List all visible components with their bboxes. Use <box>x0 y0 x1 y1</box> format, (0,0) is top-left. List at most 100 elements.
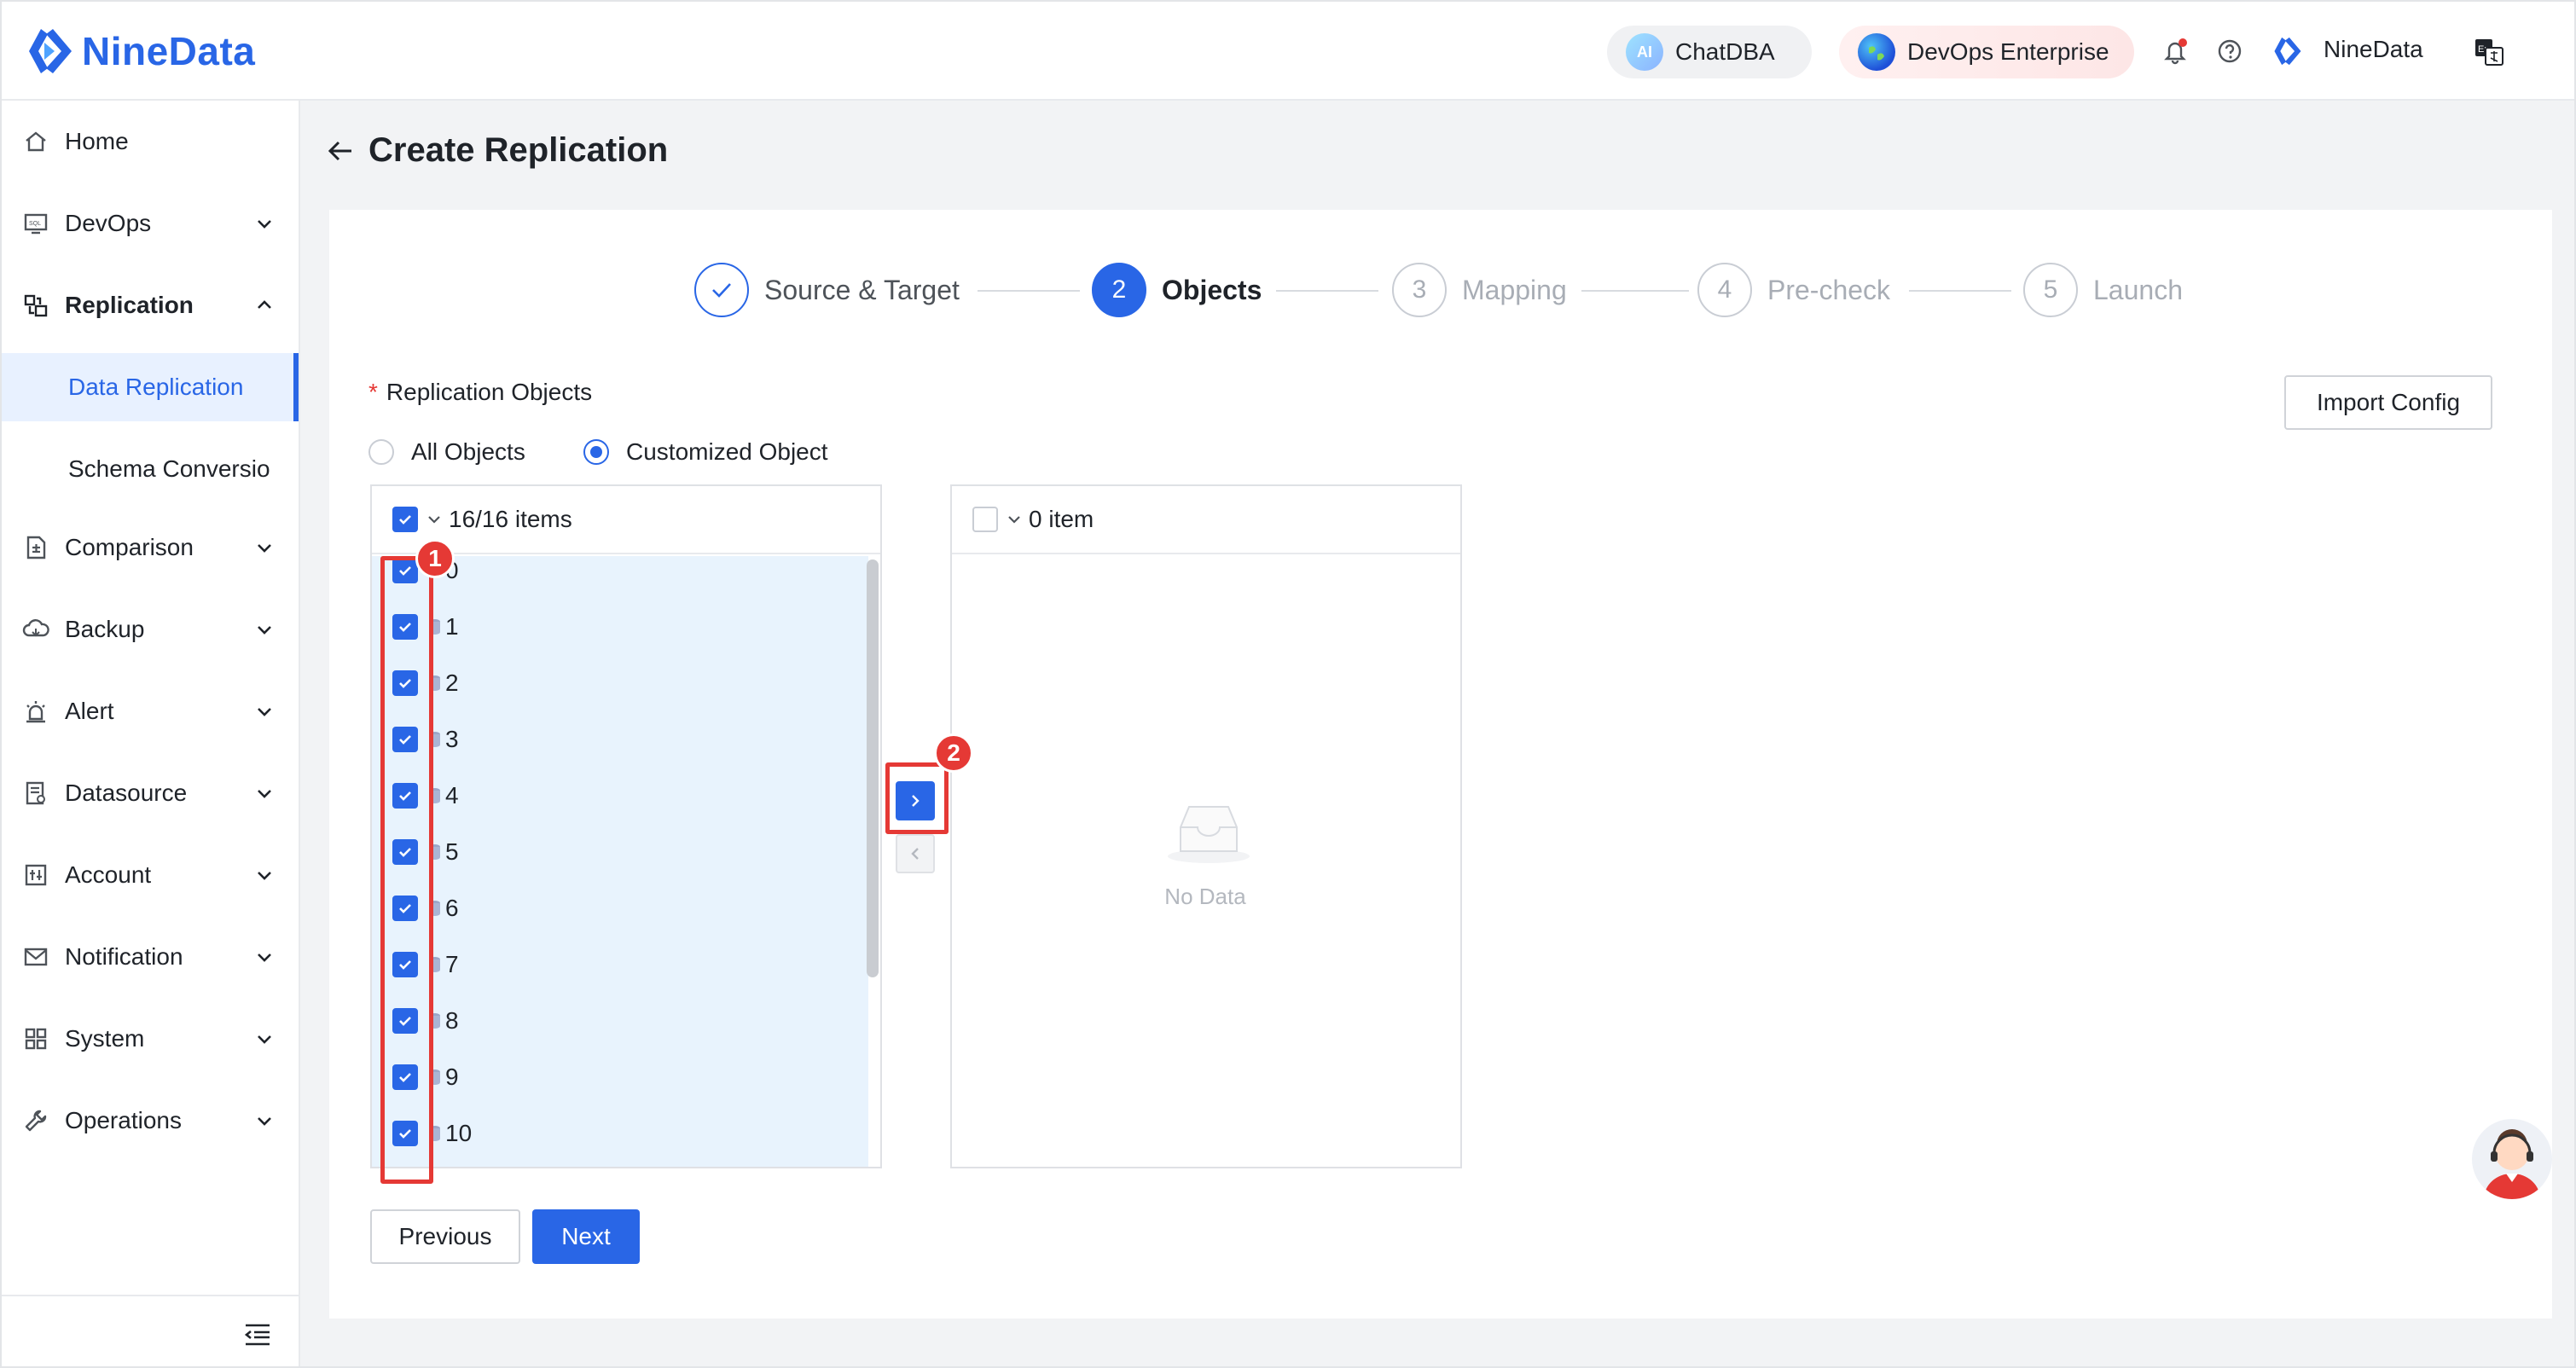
replication-objects-label: * Replication Objects <box>368 379 592 406</box>
step-label: Launch <box>2093 274 2183 305</box>
annotation-box-checkboxes <box>380 556 433 1184</box>
assistant-avatar-icon <box>2484 1129 2540 1199</box>
logo[interactable]: NineData <box>26 24 255 78</box>
step-precheck: 4 Pre-check <box>1697 263 1890 317</box>
chatdba-button[interactable]: AI ChatDBA <box>1607 26 1812 78</box>
chevron-down-icon <box>258 954 271 962</box>
list-item[interactable]: 10 <box>372 1105 868 1162</box>
scrollbar[interactable] <box>867 559 879 977</box>
sidebar-item-label: Replication <box>65 292 194 318</box>
back-arrow-icon[interactable] <box>326 136 357 166</box>
step-number: 4 <box>1697 263 1752 317</box>
sidebar-subitem-data-replication[interactable]: Data Replication <box>2 353 299 421</box>
import-config-button[interactable]: Import Config <box>2284 375 2492 430</box>
select-all-checkbox[interactable] <box>392 507 418 532</box>
page-header: Create Replication <box>326 131 668 170</box>
list-item[interactable]: 1 <box>372 599 868 655</box>
sidebar-item-comparison[interactable]: Comparison <box>2 507 299 588</box>
item-label: 4 <box>445 782 459 809</box>
annotation-badge-2: 2 <box>934 733 973 773</box>
radio-all-objects[interactable]: All Objects <box>368 438 525 466</box>
bell-icon[interactable] <box>2160 36 2190 67</box>
sidebar-item-label: Backup <box>65 616 145 642</box>
annotation-box-move-button <box>885 762 949 834</box>
radio-customized-object[interactable]: Customized Object <box>583 438 828 466</box>
sidebar-item-operations[interactable]: Operations <box>2 1080 299 1162</box>
move-to-left-button[interactable] <box>896 834 935 873</box>
item-label: 5 <box>445 838 459 865</box>
help-icon[interactable] <box>2214 36 2245 67</box>
sidebar-item-alert[interactable]: Alert <box>2 670 299 752</box>
list-item[interactable]: 9 <box>372 1049 868 1105</box>
list-item[interactable]: 3 <box>372 711 868 768</box>
sidebar-item-datasource[interactable]: Datasource <box>2 752 299 834</box>
user-avatar-icon[interactable] <box>2272 36 2303 67</box>
chevron-down-icon[interactable] <box>425 510 444 529</box>
sidebar-item-backup[interactable]: Backup <box>2 588 299 670</box>
annotation-badge-1: 1 <box>415 539 455 578</box>
sidebar-item-account[interactable]: Account <box>2 834 299 916</box>
alarm-icon <box>20 696 51 727</box>
empty-state-text: No Data <box>1164 884 1246 909</box>
item-label: 8 <box>445 1007 459 1034</box>
next-button[interactable]: Next <box>532 1209 640 1264</box>
item-label: 9 <box>445 1064 459 1090</box>
chevron-down-icon <box>258 626 271 635</box>
sidebar-item-devops[interactable]: SQL DevOps <box>2 183 299 264</box>
list-item[interactable]: 7 <box>372 936 868 993</box>
wrench-icon <box>20 1105 51 1136</box>
chevron-up-icon <box>258 300 271 309</box>
grid-icon <box>20 1023 51 1054</box>
chevron-left-icon <box>911 848 919 860</box>
sidebar-item-label: Comparison <box>65 534 194 560</box>
panel-header: 0 item <box>952 486 1460 554</box>
svg-text:SQL: SQL <box>29 221 41 227</box>
item-label: 10 <box>445 1120 473 1146</box>
list-item[interactable]: 6 <box>372 880 868 936</box>
sidebar-item-label: DevOps <box>65 210 152 236</box>
radio-circle[interactable] <box>368 439 394 465</box>
step-number: 2 <box>1092 263 1146 317</box>
support-assistant-avatar[interactable] <box>2472 1119 2552 1199</box>
list-item[interactable]: 5 <box>372 824 868 880</box>
radio-label: Customized Object <box>626 438 828 465</box>
sidebar-item-replication[interactable]: Replication <box>2 264 299 346</box>
user-name[interactable]: NineData <box>2324 36 2423 63</box>
list-item[interactable]: 4 <box>372 768 868 824</box>
language-switch-icon[interactable]: En <box>2474 36 2504 67</box>
step-connector <box>978 290 1080 292</box>
top-header: NineData AI ChatDBA DevOps Enterprise Ni… <box>2 2 2574 101</box>
select-all-checkbox[interactable] <box>972 507 998 532</box>
step-number: 3 <box>1392 263 1447 317</box>
radio-circle[interactable] <box>583 439 609 465</box>
sidebar-item-label: Alert <box>65 698 114 724</box>
sidebar-item-notification[interactable]: Notification <box>2 916 299 998</box>
step-label: Objects <box>1162 274 1262 305</box>
devops-enterprise-button[interactable]: DevOps Enterprise <box>1839 26 2134 78</box>
step-source-target: Source & Target <box>694 263 960 317</box>
step-connector <box>1909 290 2011 292</box>
sidebar-item-label: Account <box>65 861 152 888</box>
app-window: NineData AI ChatDBA DevOps Enterprise Ni… <box>0 0 2576 1368</box>
sidebar-item-home[interactable]: Home <box>2 101 299 183</box>
radio-label: All Objects <box>411 438 525 465</box>
list-item[interactable]: 8 <box>372 993 868 1049</box>
chevron-down-icon[interactable] <box>1005 510 1024 529</box>
previous-button[interactable]: Previous <box>370 1209 520 1264</box>
home-icon <box>20 126 51 157</box>
logo-text: NineData <box>82 29 256 73</box>
sidebar-item-label: Datasource <box>65 780 188 806</box>
account-icon <box>20 860 51 890</box>
chevron-down-icon <box>258 544 271 553</box>
check-icon <box>694 263 749 317</box>
chevron-down-icon <box>258 790 271 798</box>
step-label: Mapping <box>1462 274 1567 305</box>
sidebar-item-label: Operations <box>65 1107 182 1133</box>
sidebar-subitem-schema-conversion[interactable]: Schema Conversio <box>2 435 299 503</box>
step-objects: 2 Objects <box>1092 263 1262 317</box>
object-list: 0 1 2 3 4 5 6 7 8 9 10 <box>372 556 868 1167</box>
list-item[interactable]: 2 <box>372 655 868 711</box>
sidebar-item-system[interactable]: System <box>2 998 299 1080</box>
mail-icon <box>20 942 51 972</box>
collapse-sidebar-icon[interactable] <box>242 1319 273 1349</box>
